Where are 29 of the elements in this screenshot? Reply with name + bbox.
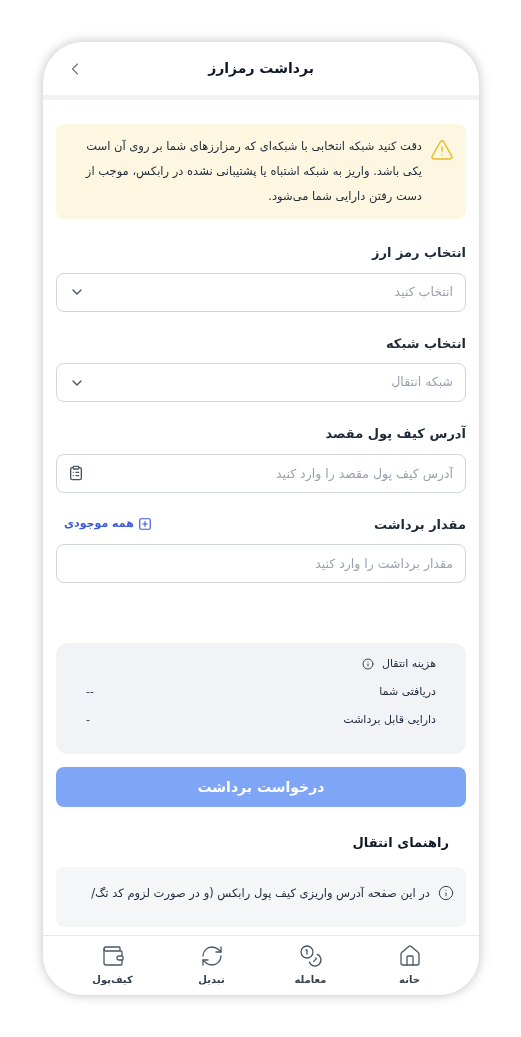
nav-tab[interactable]: کیف‌پول [82,944,143,987]
field-label: آدرس کیف پول مقصد [325,424,466,443]
info-icon [438,885,454,902]
warning-text: دقت کنید شبکه انتخابی با شبکه‌ای که رمزارزهای شما بر روی آن است یکی باشد. واریز به شبکه اشتباه یا پشتیبانی نشده در رابکس، موجب از دست رفتن دارایی شما می‌شود. [84,138,422,205]
summary-value: - [86,711,90,728]
summary-label: دریافتی شما [379,683,436,700]
nav-tab[interactable]: خانه [379,944,440,987]
guide-title: راهنمای انتقال [351,834,450,852]
field-label: مقدار برداشت [373,515,466,534]
coins-icon [298,944,323,968]
summary-value: -- [86,683,94,700]
page-title: برداشت رمزارز [208,59,314,79]
wallet-icon [100,944,125,968]
field-label: انتخاب رمز ارز [371,244,466,262]
home-icon [397,944,422,968]
summary-label: هزینه انتقال [382,655,436,672]
nav-tab[interactable]: معامله [280,944,341,987]
all-balance-link[interactable]: همه موجودی [64,516,152,533]
field-label: انتخاب شبکه [385,334,466,353]
summary-label: دارایی قابل برداشت [343,711,436,728]
guide-text: در این صفحه آدرس واریزی کیف پول رابکس (و در صورت لزوم کد تگ/ [91,884,430,902]
clipboard-icon[interactable] [68,464,84,481]
input-field[interactable]: آدرس کیف پول مقصد را وارد کنید [56,453,466,493]
input-field[interactable]: مقدار برداشت را وارد کنید [56,544,466,583]
plus-icon [137,517,152,532]
info-icon [362,658,374,670]
nav-tab[interactable]: تبدیل [181,944,242,987]
refresh-icon [199,944,224,968]
warning-icon [430,138,454,162]
